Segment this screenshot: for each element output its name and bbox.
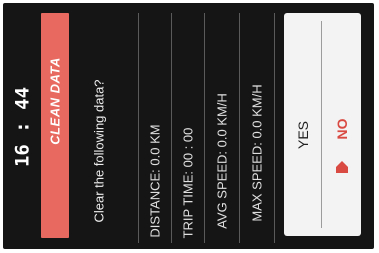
- stat-max-speed: MAX SPEED: 0.0 KM/H: [249, 84, 265, 222]
- stat-divider: [204, 13, 205, 243]
- page-title: CLEAN DATA: [47, 57, 63, 145]
- device-frame: 16 : 44 CLEAN DATA Clear the following d…: [0, 0, 379, 253]
- stat-distance: DISTANCE: 0.0 KM: [147, 124, 163, 238]
- stat-trip-time: TRIP TIME: 00 : 00: [180, 127, 196, 239]
- no-option[interactable]: NO: [334, 119, 350, 140]
- stat-divider: [239, 13, 240, 243]
- stat-divider: [171, 13, 172, 243]
- dialog-divider: [321, 21, 322, 228]
- confirm-dialog: YES NO: [284, 13, 361, 236]
- yes-option[interactable]: YES: [295, 121, 311, 149]
- section-divider: [138, 13, 139, 243]
- stat-divider: [274, 13, 275, 243]
- clear-data-question: Clear the following data?: [91, 79, 107, 223]
- stat-avg-speed: AVG SPEED: 0.0 KM/H: [214, 93, 230, 229]
- device-screen: 16 : 44 CLEAN DATA Clear the following d…: [3, 3, 374, 249]
- status-clock: 16 : 44: [11, 86, 34, 168]
- pentagon-pointer-icon: [336, 161, 348, 173]
